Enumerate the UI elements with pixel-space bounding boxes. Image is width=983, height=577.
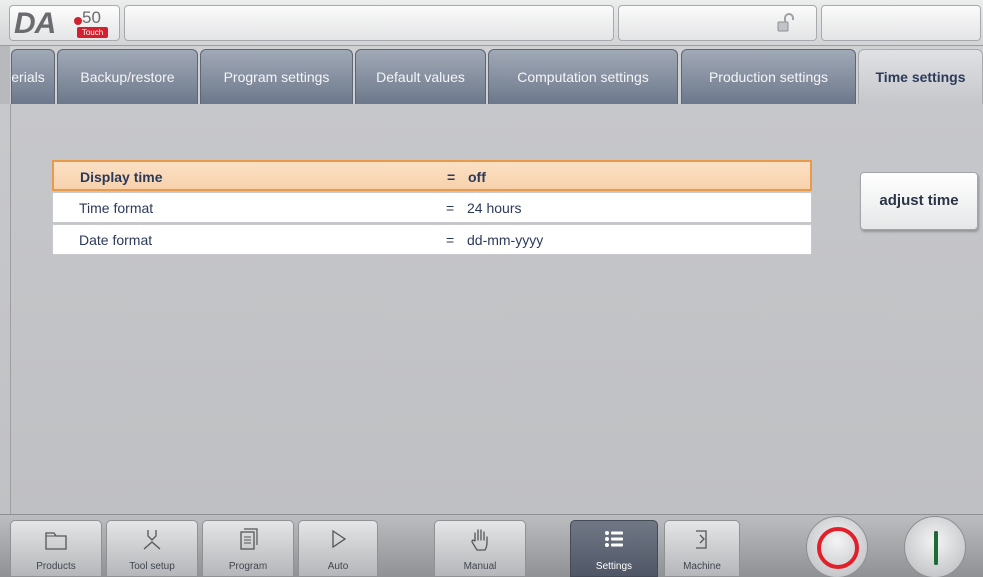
nav-machine-button[interactable]: Machine (664, 520, 740, 577)
tool-icon (143, 530, 161, 550)
nav-label: Auto (327, 561, 349, 572)
machine-icon (696, 530, 707, 549)
logo-edition: Touch (77, 27, 108, 38)
unlocked-padlock-icon[interactable] (775, 13, 795, 33)
logo-dot (74, 17, 82, 25)
play-icon (332, 529, 347, 549)
nav-settings-button[interactable]: Settings (570, 520, 658, 577)
start-button[interactable] (904, 516, 966, 577)
nav-auto-button[interactable]: Auto (298, 520, 378, 577)
tab-computation-settings[interactable]: Computation settings (488, 49, 678, 104)
tab-time-settings[interactable]: Time settings (858, 49, 983, 104)
hand-icon (471, 529, 488, 551)
tab-backup-restore[interactable]: Backup/restore (57, 49, 198, 104)
info-field (821, 5, 981, 41)
logo-brand: DA (14, 7, 56, 40)
folder-icon (45, 532, 67, 550)
nav-label: Settings (595, 561, 633, 572)
nav-label: Machine (683, 561, 721, 572)
nav-label: Products (36, 561, 76, 572)
setting-equals: = (446, 200, 455, 216)
setting-value: off (468, 169, 486, 185)
nav-products-button[interactable]: Products (10, 520, 102, 577)
setting-value: dd-mm-yyyy (467, 232, 544, 248)
setting-row-date-format[interactable]: Date format = dd-mm-yyyy (52, 224, 812, 255)
tab-production-settings[interactable]: Production settings (681, 49, 856, 104)
tab-program-settings[interactable]: Program settings (200, 49, 353, 104)
setting-label: Time format (79, 200, 154, 216)
setting-equals: = (446, 232, 455, 248)
settings-list-icon (605, 531, 623, 547)
setting-label: Display time (80, 169, 163, 185)
nav-program-button[interactable]: Program (202, 520, 294, 577)
nav-label: Manual (463, 561, 497, 572)
start-icon (934, 531, 938, 565)
nav-label: Tool setup (129, 561, 175, 572)
setting-equals: = (447, 169, 456, 185)
da50-logo: DA 50 Touch (9, 5, 120, 41)
tab-materials[interactable]: erials (11, 49, 55, 104)
status-field (124, 5, 614, 41)
nav-manual-button[interactable]: Manual (434, 520, 526, 577)
program-icon (240, 528, 258, 550)
stop-button[interactable] (806, 516, 868, 577)
nav-tool-setup-button[interactable]: Tool setup (106, 520, 198, 577)
stop-icon (817, 527, 859, 569)
adjust-time-button[interactable]: adjust time (860, 172, 978, 230)
setting-value: 24 hours (467, 200, 522, 216)
logo-model: 50 (82, 8, 101, 27)
settings-table: Display time = off Time format = 24 hour… (52, 160, 812, 256)
setting-label: Date format (79, 232, 153, 248)
setting-row-display-time[interactable]: Display time = off (52, 160, 812, 191)
nav-label: Program (228, 561, 268, 572)
setting-row-time-format[interactable]: Time format = 24 hours (52, 192, 812, 223)
tab-default-values[interactable]: Default values (355, 49, 486, 104)
